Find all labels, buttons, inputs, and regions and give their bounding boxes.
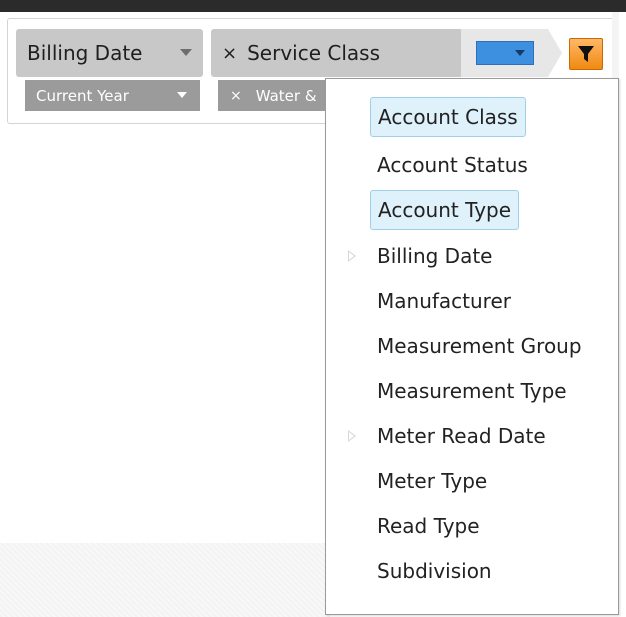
menu-item-billing-date[interactable]: Billing Date — [348, 236, 493, 276]
field-selector-dropdown[interactable] — [476, 41, 534, 65]
menu-item-label: Account Type — [378, 198, 512, 222]
menu-item-account-status[interactable]: Account Status — [377, 145, 528, 185]
billing-date-label: Billing Date — [27, 41, 143, 65]
menu-item-read-type[interactable]: Read Type — [377, 506, 480, 546]
menu-item-label: Manufacturer — [377, 289, 511, 313]
menu-item-label: Meter Read Date — [377, 424, 546, 448]
current-year-chip[interactable]: Current Year — [25, 80, 200, 111]
menu-item-label: Measurement Group — [377, 334, 582, 358]
top-bar — [0, 0, 626, 12]
menu-item-label: Meter Type — [377, 469, 488, 493]
chevron-down-icon[interactable] — [180, 49, 192, 56]
water-chip[interactable]: × Water & — [218, 80, 328, 111]
menu-item-manufacturer[interactable]: Manufacturer — [377, 281, 511, 321]
chevron-down-icon[interactable] — [177, 92, 187, 98]
menu-item-meter-type[interactable]: Meter Type — [377, 461, 487, 501]
remove-water-icon[interactable]: × — [230, 88, 242, 104]
menu-item-label: Account Class — [378, 105, 518, 129]
filter-button[interactable] — [569, 38, 603, 70]
billing-date-chip[interactable]: Billing Date — [16, 29, 203, 77]
menu-item-label: Subdivision — [377, 559, 492, 583]
background-pattern — [0, 543, 330, 617]
remove-service-class-icon[interactable]: × — [222, 43, 237, 64]
field-menu: Account Class Account Status Account Typ… — [325, 78, 619, 615]
menu-item-meter-read-date[interactable]: Meter Read Date — [348, 416, 546, 456]
menu-item-label: Billing Date — [377, 244, 493, 268]
menu-item-account-type[interactable]: Account Type — [370, 190, 520, 230]
service-class-label: Service Class — [247, 41, 380, 65]
field-select-chip — [461, 29, 548, 77]
right-stripe — [619, 12, 626, 617]
menu-item-measurement-group[interactable]: Measurement Group — [377, 326, 582, 366]
menu-item-measurement-type[interactable]: Measurement Type — [377, 371, 567, 411]
menu-item-label: Account Status — [377, 153, 528, 177]
menu-item-label: Read Type — [377, 514, 480, 538]
service-class-chip[interactable]: × Service Class — [211, 29, 461, 77]
expand-arrow-icon[interactable] — [348, 430, 356, 442]
menu-item-account-class[interactable]: Account Class — [370, 97, 526, 137]
water-label: Water & — [255, 86, 317, 105]
expand-arrow-icon[interactable] — [348, 250, 356, 262]
chevron-down-icon[interactable] — [515, 50, 525, 56]
current-year-label: Current Year — [36, 86, 129, 105]
screen: Billing Date × Service Class Current Yea… — [0, 0, 626, 617]
breadcrumb-arrow — [548, 29, 562, 77]
menu-item-subdivision[interactable]: Subdivision — [377, 551, 492, 591]
menu-item-label: Measurement Type — [377, 379, 567, 403]
filter-icon — [578, 46, 594, 62]
